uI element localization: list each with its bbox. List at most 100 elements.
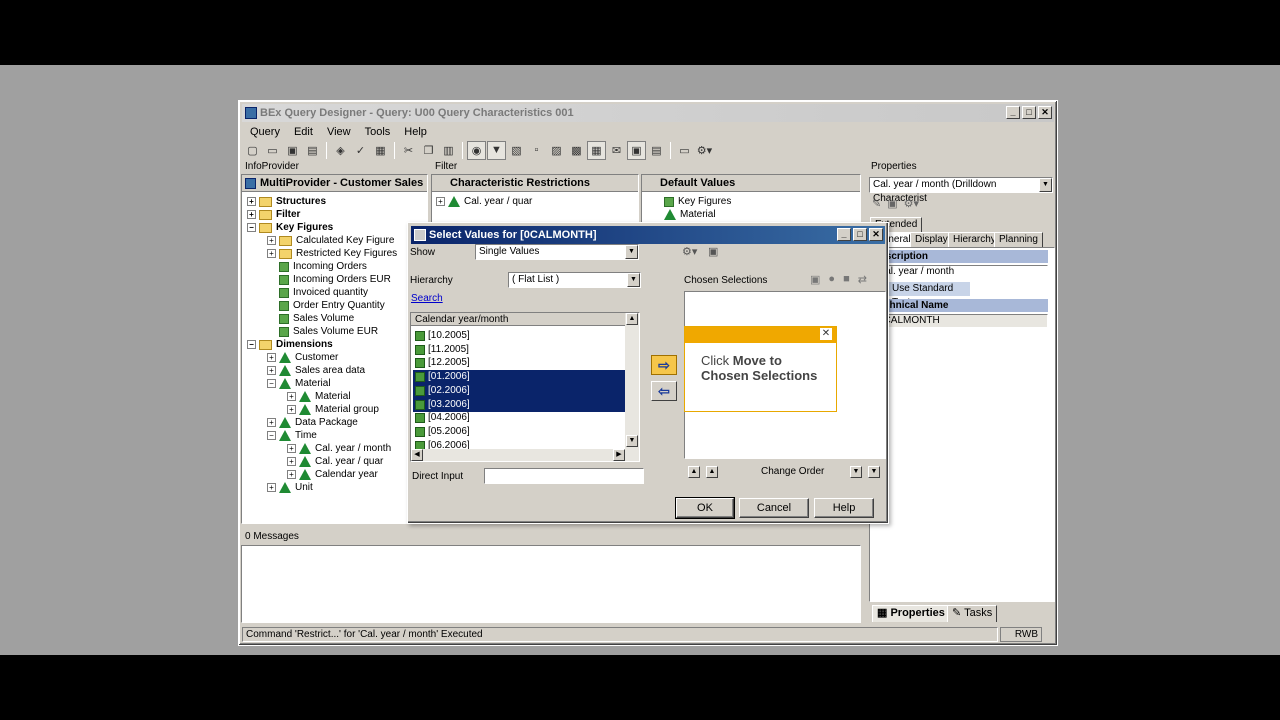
documents-icon[interactable]: ▤ [647,141,666,160]
minimize-button[interactable]: _ [1006,106,1020,119]
close-button[interactable]: ✕ [1038,106,1052,119]
expand-icon[interactable]: + [436,197,445,206]
scroll-right-icon[interactable]: ▶ [613,449,625,461]
expand-icon[interactable]: + [267,353,276,362]
direct-input-field[interactable] [484,468,644,484]
copy-icon[interactable]: ❐ [419,141,438,160]
tab-hierarchy[interactable]: Hierarchy [948,232,1001,247]
move-top-icon[interactable]: ▲ [706,466,718,478]
paste-icon[interactable]: ▥ [439,141,458,160]
tree-item[interactable]: − Time [267,429,317,442]
tree-item[interactable]: − Key Figures [247,221,333,234]
default-value-item[interactable]: Key Figures [664,195,731,208]
tab-planning[interactable]: Planning [994,232,1043,247]
show-select[interactable]: Single Values ▼ [475,244,639,260]
list-item[interactable]: [02.2006] [413,383,625,398]
dialog-maximize-button[interactable]: □ [853,228,867,241]
expand-icon[interactable]: + [267,249,276,258]
tree-item[interactable]: + Calculated Key Figure [267,234,394,247]
expand-icon[interactable]: + [247,210,256,219]
tab-properties[interactable]: ▦ Properties [872,605,950,622]
tree-item[interactable]: + Structures [247,195,326,208]
list-item[interactable]: [01.2006] [413,370,625,385]
move-to-chosen-button[interactable]: ⇨ [651,355,677,375]
expand-icon[interactable]: + [287,470,296,479]
open-icon[interactable]: ▭ [263,141,282,160]
new-icon[interactable]: ▢ [243,141,262,160]
tree-item[interactable]: Sales Volume [267,312,354,325]
swap-icon[interactable]: ⇄ [858,273,867,286]
tree-item[interactable]: + Cal. year / month [287,442,391,455]
exceptions-icon[interactable]: ▩ [567,141,586,160]
expand-icon[interactable]: + [287,405,296,414]
infoprovider-icon[interactable]: ◉ [467,140,486,160]
tree-item[interactable]: + Data Package [267,416,358,429]
tree-item[interactable]: + Filter [247,208,300,221]
chevron-down-icon[interactable]: ▼ [627,273,640,287]
list-item[interactable]: [04.2006] [413,411,625,425]
properties-selector[interactable]: Cal. year / month (Drilldown Characteris… [869,177,1053,204]
rows-columns-icon[interactable]: ▧ [507,141,526,160]
technical-names-icon[interactable]: ▭ [675,141,694,160]
expand-icon[interactable]: + [267,366,276,375]
list-item[interactable]: [12.2005] [413,356,625,370]
save-selection-icon[interactable]: ▣ [810,273,820,286]
tree-item[interactable]: + Cal. year / quar [287,455,383,468]
collapse-icon[interactable]: − [247,223,256,232]
collapse-icon[interactable]: − [247,340,256,349]
move-up-icon[interactable]: ▲ [688,466,700,478]
scroll-left-icon[interactable]: ◀ [411,449,423,461]
tab-display[interactable]: Display [910,232,953,247]
list-item[interactable]: [10.2005] [413,329,625,343]
properties-icon[interactable]: ▦ [371,141,390,160]
list-item[interactable]: [03.2006] [413,397,625,412]
chevron-down-icon[interactable]: ▼ [625,245,638,259]
cut-icon[interactable]: ✂ [399,141,418,160]
list-column-header[interactable]: Calendar year/month [411,313,625,326]
tools-dropdown-icon[interactable]: ⚙▾ [695,141,714,160]
tree-item[interactable]: + Unit [267,481,313,494]
expand-icon[interactable]: + [287,457,296,466]
expand-icon[interactable]: + [247,197,256,206]
tree-item[interactable]: Incoming Orders EUR [267,273,391,286]
tab-tasks[interactable]: ✎ Tasks [947,605,998,622]
collapse-icon[interactable]: − [267,379,276,388]
list-horizontal-scrollbar[interactable]: ◀ ▶ [411,449,639,461]
expand-icon[interactable]: + [287,444,296,453]
close-icon[interactable]: ✕ [820,328,832,340]
remove-from-chosen-button[interactable]: ⇦ [651,381,677,401]
list-item[interactable]: [05.2006] [413,425,625,439]
tree-item[interactable]: Invoiced quantity [267,286,368,299]
edit-icon[interactable]: ✎ [872,197,881,210]
hierarchy-select[interactable]: ( Flat List ) ▼ [508,272,641,288]
delete-icon[interactable]: ■ [843,273,850,286]
move-down-icon[interactable]: ▼ [850,466,862,478]
dialog-minimize-button[interactable]: _ [837,228,851,241]
tree-item[interactable]: + Calendar year [287,468,378,481]
search-link[interactable]: Search [411,293,443,304]
expand-icon[interactable]: + [267,418,276,427]
default-value-item[interactable]: Material [664,208,716,221]
ok-button[interactable]: OK [675,497,735,519]
collapse-icon[interactable]: − [267,431,276,440]
description-field[interactable]: Cal. year / month [874,265,1048,279]
where-used-icon[interactable]: ▣ [627,140,646,160]
main-title-bar[interactable]: BEx Query Designer - Query: U00 Query Ch… [242,104,1054,122]
execute-icon[interactable]: ◈ [331,141,350,160]
list-vertical-scrollbar[interactable]: ▲ ▼ [625,313,639,449]
save-all-icon[interactable]: ▤ [303,141,322,160]
tools-dropdown-icon[interactable]: ⚙▾ [904,197,919,210]
tree-item[interactable]: Order Entry Quantity [267,299,385,312]
save-icon[interactable]: ▣ [887,197,897,210]
tree-item[interactable]: + Material [287,390,351,403]
tree-item[interactable]: Incoming Orders [267,260,367,273]
maximize-button[interactable]: □ [1022,106,1036,119]
expand-icon[interactable]: + [267,236,276,245]
filter-icon[interactable]: ▼ [487,140,506,160]
dialog-title-bar[interactable]: Select Values for [0CALMONTH] _ □ ✕ [411,226,885,244]
tree-item[interactable]: + Sales area data [267,364,365,377]
cancel-button[interactable]: Cancel [739,498,809,518]
tree-item[interactable]: − Dimensions [247,338,333,351]
save-icon[interactable]: ▣ [283,141,302,160]
scroll-down-icon[interactable]: ▼ [626,435,638,447]
